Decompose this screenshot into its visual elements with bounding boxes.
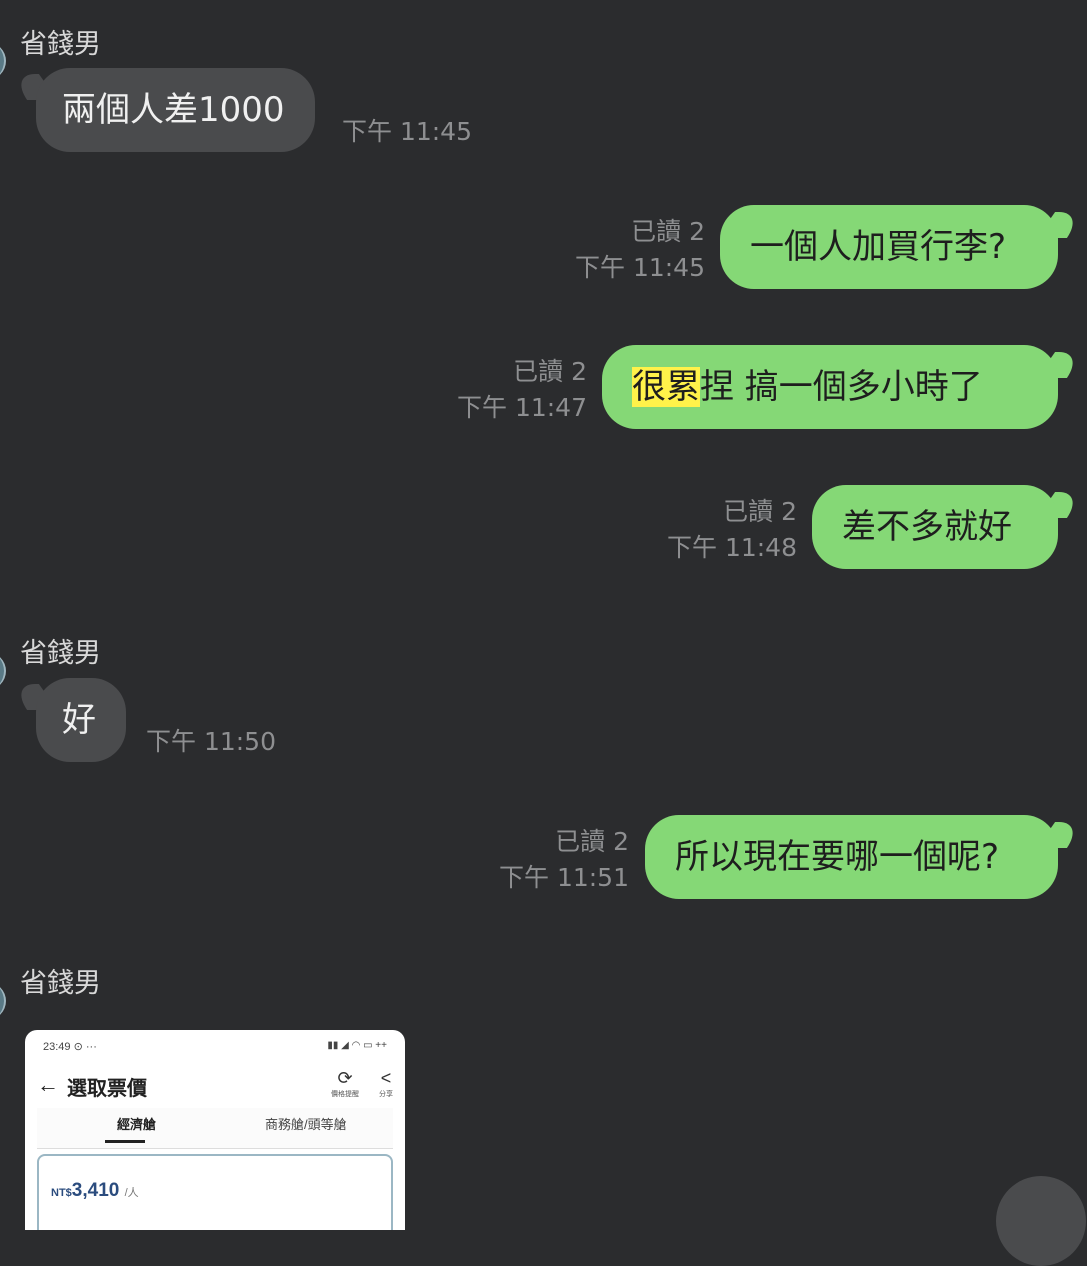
search-highlight: 很累	[632, 367, 700, 407]
message-time: 下午 11:45	[575, 253, 705, 282]
avatar[interactable]	[0, 42, 6, 80]
outgoing-message-bubble[interactable]: 一個人加買行李?	[720, 205, 1058, 289]
message-text: 捏 搞一個多小時了	[700, 367, 983, 407]
message-time: 下午 11:47	[457, 393, 587, 422]
share-icon: < 分享	[379, 1068, 393, 1098]
message-time: 下午 11:45	[342, 117, 472, 146]
avatar[interactable]	[0, 982, 6, 1020]
fare-price: NT$3,410 /人	[51, 1180, 139, 1201]
read-receipt: 已讀 2	[631, 217, 705, 246]
fare-card: NT$3,410 /人	[37, 1154, 393, 1230]
message-time: 下午 11:48	[667, 533, 797, 562]
sender-name: 省錢男	[20, 638, 101, 669]
read-receipt: 已讀 2	[723, 497, 797, 526]
shared-image-title: 選取票價	[67, 1078, 147, 1100]
fare-tab-bar: 經濟艙 商務艙/頭等艙	[37, 1108, 393, 1149]
tab-business: 商務艙/頭等艙	[265, 1117, 347, 1132]
incoming-message-bubble[interactable]: 好	[36, 678, 126, 762]
incoming-message-bubble[interactable]: 兩個人差1000	[36, 68, 315, 152]
shared-image-status-time: 23:49 ⊙ ···	[43, 1041, 97, 1053]
read-receipt: 已讀 2	[555, 827, 629, 856]
refresh-icon: ⟳ 價格提醒	[331, 1068, 359, 1098]
scroll-to-bottom-button[interactable]	[996, 1176, 1086, 1266]
refresh-label: 價格提醒	[331, 1091, 359, 1098]
message-time: 下午 11:51	[499, 863, 629, 892]
shared-image-status-icons: ▮▮ ◢ ◠ ▭ ++	[327, 1040, 387, 1051]
outgoing-message-bubble[interactable]: 很累捏 搞一個多小時了	[602, 345, 1058, 429]
message-time: 下午 11:50	[146, 727, 276, 756]
tab-underline	[105, 1140, 145, 1143]
share-label: 分享	[379, 1091, 393, 1098]
read-receipt: 已讀 2	[513, 357, 587, 386]
outgoing-message-bubble[interactable]: 所以現在要哪一個呢?	[645, 815, 1058, 899]
back-arrow-icon: ←	[37, 1072, 59, 1097]
sender-name: 省錢男	[20, 968, 101, 999]
sender-name: 省錢男	[20, 29, 101, 60]
outgoing-message-bubble[interactable]: 差不多就好	[812, 485, 1058, 569]
tab-economy: 經濟艙	[117, 1117, 157, 1132]
shared-image-message[interactable]: 23:49 ⊙ ··· ▮▮ ◢ ◠ ▭ ++ ← 選取票價 ⟳ 價格提醒 < …	[25, 1030, 405, 1230]
avatar[interactable]	[0, 652, 6, 690]
